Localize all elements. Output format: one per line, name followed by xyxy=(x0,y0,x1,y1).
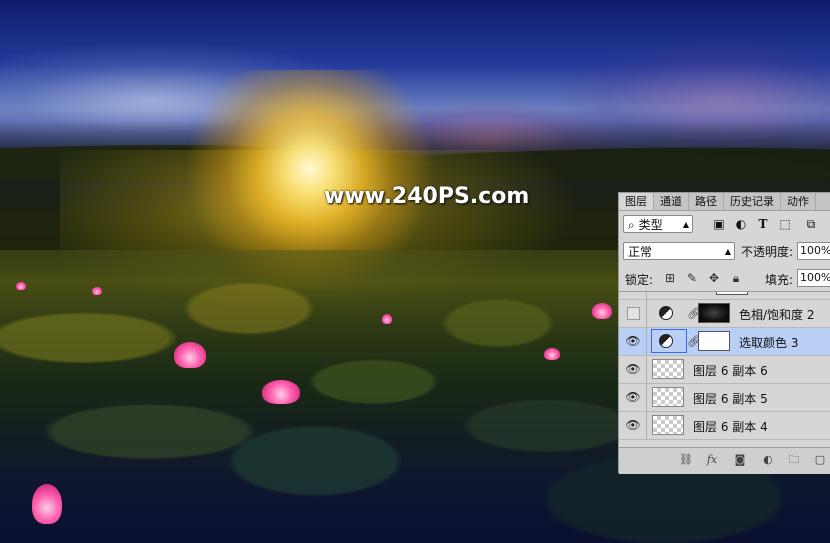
layer-name: 图层 6 副本 6 xyxy=(693,364,768,378)
layer-name: 选取颜色 3 xyxy=(739,336,799,350)
lock-image-icon[interactable]: ✎ xyxy=(685,271,699,285)
tab-history[interactable]: 历史记录 xyxy=(724,193,781,210)
layer-thumbnail xyxy=(652,415,684,435)
visibility-toggle-off[interactable] xyxy=(627,307,640,320)
tab-channels[interactable]: 通道 xyxy=(654,193,689,210)
filter-type-label: 类型 xyxy=(638,218,663,232)
fill-label: 填充: xyxy=(765,273,794,287)
layer-row-selected[interactable]: 👁︎ 🔗︎ 选取颜色 3 xyxy=(619,328,830,356)
panel-footer: ⛓︎ fx ◙ ◐ 🗀︎ ▢ xyxy=(619,447,830,474)
lotus-flower xyxy=(544,348,560,360)
eye-icon[interactable]: 👁︎ xyxy=(625,362,641,376)
tab-actions[interactable]: 动作 xyxy=(781,193,816,210)
shape-icon[interactable]: ⬚ xyxy=(777,216,793,232)
lock-all-icon[interactable]: 🔒︎ xyxy=(729,271,743,285)
adjustment-layer-icon[interactable]: ◐ xyxy=(761,453,775,467)
layer-row-partial[interactable] xyxy=(619,292,830,300)
layer-row[interactable]: 👁︎ 图层 6 副本 5 xyxy=(619,384,830,412)
layers-list: 🔗︎ 色相/饱和度 2 👁︎ 🔗︎ 选取颜色 3 👁︎ 图层 6 副本 6 👁︎… xyxy=(619,291,830,448)
image-icon[interactable]: ▣ xyxy=(711,216,727,232)
eye-icon[interactable]: 👁︎ xyxy=(625,334,641,348)
fx-icon[interactable]: fx xyxy=(705,453,719,467)
eye-icon[interactable]: 👁︎ xyxy=(625,390,641,404)
divider xyxy=(646,292,647,299)
lock-position-icon[interactable]: ✥ xyxy=(707,271,721,285)
tab-layers[interactable]: 图层 xyxy=(619,193,654,210)
eye-icon[interactable]: 👁︎ xyxy=(625,418,641,432)
tab-paths[interactable]: 路径 xyxy=(689,193,724,210)
dropdown-arrow-icon: ▲ xyxy=(682,220,689,229)
folder-icon[interactable]: 🗀︎ xyxy=(787,453,801,467)
divider xyxy=(646,300,647,327)
layer-mask-thumbnail xyxy=(716,292,748,295)
lotus-flower xyxy=(382,314,392,324)
type-icon[interactable]: T xyxy=(755,216,771,232)
lotus-flower xyxy=(174,342,206,368)
lotus-flower xyxy=(92,287,102,295)
blend-row: 正常 ▲ 不透明度: 100% xyxy=(619,241,830,263)
link-icon[interactable]: ⛓︎ xyxy=(679,453,693,467)
layer-mask-thumbnail xyxy=(698,303,730,323)
lotus-flower xyxy=(262,380,300,404)
adjustment-layer-icon xyxy=(659,334,673,348)
adjustment-layer-icon xyxy=(659,306,673,320)
lotus-flower xyxy=(592,303,612,319)
layer-name: 图层 6 副本 5 xyxy=(693,392,768,406)
lotus-flower xyxy=(16,282,26,290)
lock-row: 锁定: ⊞ ✎ ✥ 🔒︎ 填充: 100% xyxy=(619,268,830,290)
layer-name: 图层 6 副本 4 xyxy=(693,420,768,434)
divider xyxy=(646,328,647,355)
search-icon: ⌕ xyxy=(628,218,635,232)
layer-thumbnail xyxy=(652,359,684,379)
lock-transparent-icon[interactable]: ⊞ xyxy=(663,271,677,285)
layer-row[interactable]: 👁︎ 图层 6 副本 6 xyxy=(619,356,830,384)
layers-panel: 图层 通道 路径 历史记录 动作 ⌕ 类型 ▲ ▣ ◐ T ⬚ ⧉ 正常 ▲ 不… xyxy=(618,192,830,474)
adjustment-icon[interactable]: ◐ xyxy=(733,216,749,232)
opacity-input[interactable]: 100% xyxy=(797,242,830,260)
opacity-label: 不透明度: xyxy=(741,245,794,259)
watermark: www.240PS.com xyxy=(324,184,530,209)
blend-mode-dropdown[interactable]: 正常 ▲ xyxy=(623,242,735,260)
smart-object-icon[interactable]: ⧉ xyxy=(803,216,819,232)
layer-thumbnail xyxy=(652,387,684,407)
divider xyxy=(646,412,647,439)
divider xyxy=(646,356,647,383)
blend-mode-value: 正常 xyxy=(628,245,653,259)
panel-tabs: 图层 通道 路径 历史记录 动作 xyxy=(619,193,830,211)
layer-row[interactable]: 🔗︎ 色相/饱和度 2 xyxy=(619,300,830,328)
lock-label: 锁定: xyxy=(625,273,654,287)
filter-type-dropdown[interactable]: ⌕ 类型 ▲ xyxy=(623,215,693,233)
layer-mask-thumbnail xyxy=(698,331,730,351)
layer-name: 色相/饱和度 2 xyxy=(739,308,815,322)
dropdown-arrow-icon: ▲ xyxy=(724,247,731,256)
layer-filter-row: ⌕ 类型 ▲ ▣ ◐ T ⬚ ⧉ xyxy=(619,213,830,237)
lotus-flower xyxy=(32,484,62,524)
mask-icon[interactable]: ◙ xyxy=(733,453,747,467)
divider xyxy=(646,384,647,411)
layer-row[interactable]: 👁︎ 图层 6 副本 4 xyxy=(619,412,830,440)
new-layer-icon[interactable]: ▢ xyxy=(813,453,827,467)
fill-input[interactable]: 100% xyxy=(797,269,830,287)
